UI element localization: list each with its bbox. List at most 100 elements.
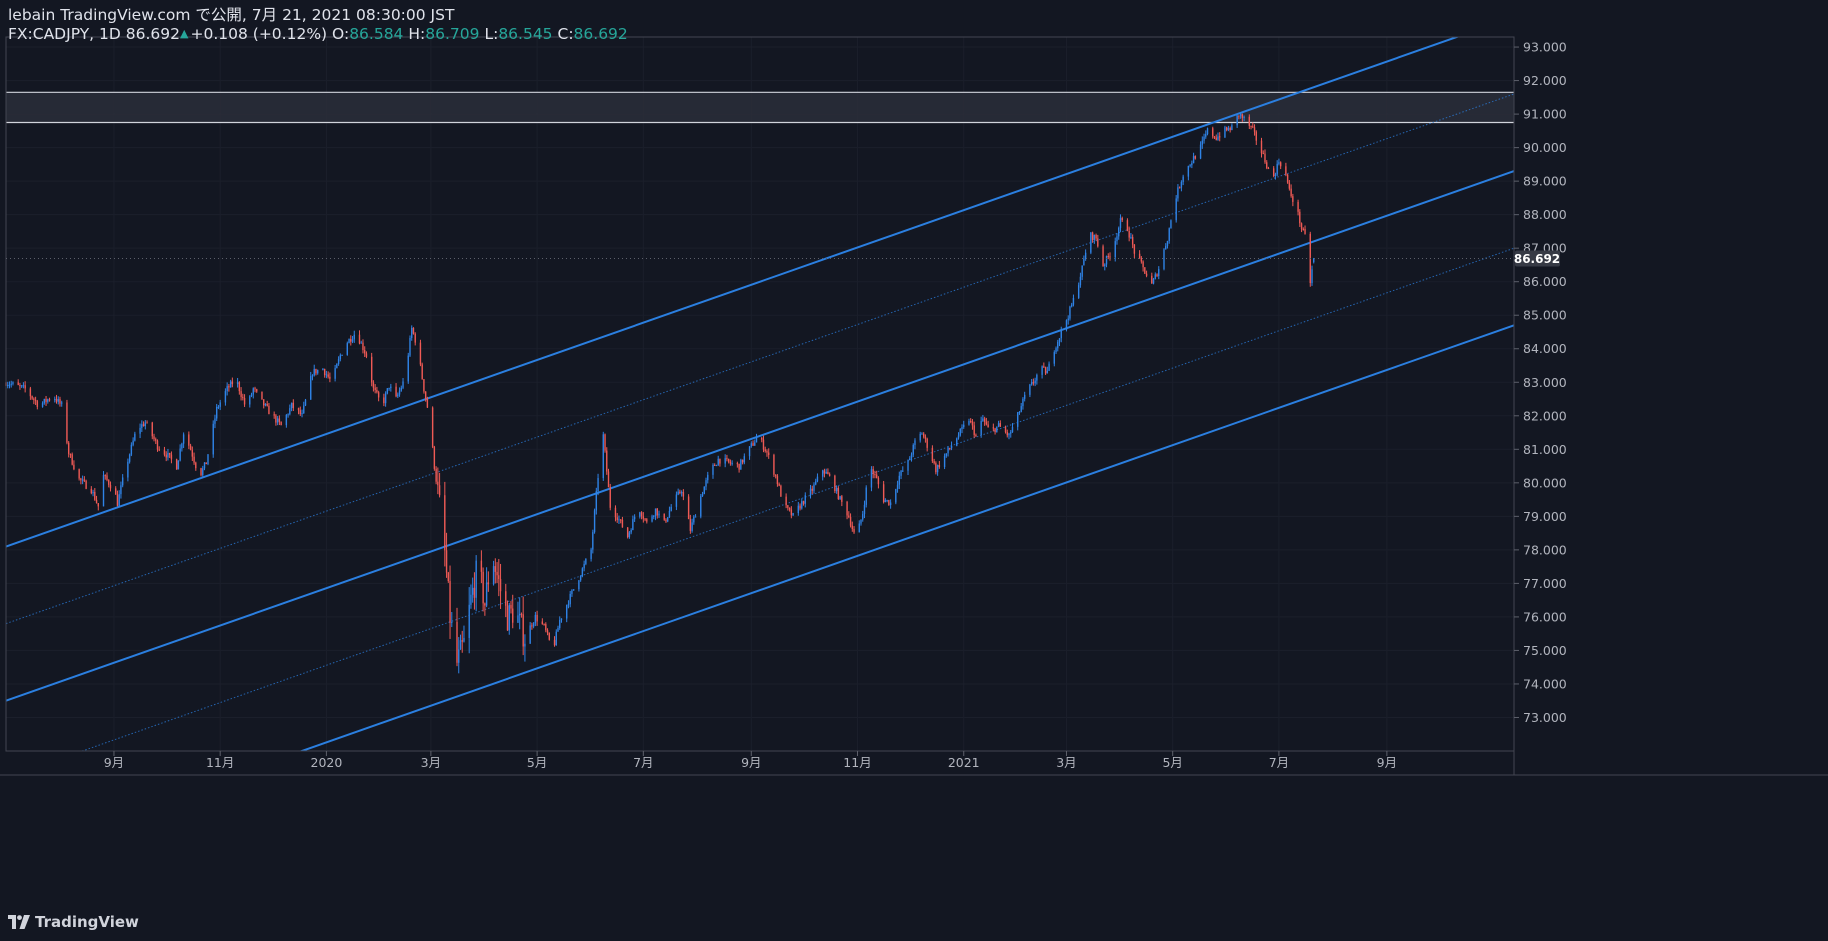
candle-body xyxy=(604,434,606,451)
candle-body xyxy=(1178,187,1181,189)
candle-body xyxy=(118,494,120,506)
candle-body xyxy=(755,437,758,443)
candle-body xyxy=(1093,234,1096,241)
candle-body xyxy=(510,604,512,609)
candle-body xyxy=(665,519,667,522)
candle-body xyxy=(362,342,364,351)
candle-body xyxy=(1022,398,1024,407)
candle-body xyxy=(987,424,989,428)
tradingview-logo[interactable]: TradingView xyxy=(8,913,139,931)
candle-body xyxy=(727,458,730,462)
candle-body xyxy=(827,471,829,475)
candle-body xyxy=(1077,285,1080,298)
candle-body xyxy=(1131,237,1134,245)
candle-body xyxy=(459,640,462,650)
candle-body xyxy=(931,447,934,462)
time-tick-label: 9月 xyxy=(104,755,124,770)
candle-body xyxy=(445,550,448,573)
chart-header: lebain TradingView.com で公開, 7月 21, 2021 … xyxy=(8,6,628,44)
price-tick-label: 79.000 xyxy=(1523,509,1567,524)
candle-body xyxy=(1229,128,1231,131)
candle-body xyxy=(741,459,744,463)
candle-body xyxy=(1163,249,1165,270)
candle-body xyxy=(66,402,68,443)
candle-body xyxy=(997,423,1000,427)
candle-body xyxy=(926,438,928,448)
candle-body xyxy=(680,492,683,494)
candle-body xyxy=(236,382,239,385)
candle-body xyxy=(752,443,754,446)
candle-body xyxy=(1154,274,1156,279)
candle-body xyxy=(663,513,665,520)
candle-body xyxy=(1114,241,1116,258)
candle-body xyxy=(1236,115,1238,126)
candle-body xyxy=(1060,329,1062,339)
candle-body xyxy=(226,386,228,392)
candle-body xyxy=(200,468,202,476)
candle-body xyxy=(719,458,721,464)
candle-body xyxy=(872,469,874,475)
price-tick-label: 78.000 xyxy=(1523,542,1567,557)
candle-body xyxy=(886,500,888,502)
candle-body xyxy=(682,492,685,497)
candle-body xyxy=(153,436,155,440)
last-price: 86.692 xyxy=(125,25,181,43)
price-chart[interactable]: 73.000 74.000 75.000 76.000 77.000 78.000 79.0… xyxy=(0,0,1828,941)
candle-body xyxy=(668,510,671,518)
candle-body xyxy=(555,631,557,646)
candle-body xyxy=(421,364,423,380)
candle-body xyxy=(938,465,941,468)
candle-body xyxy=(407,355,409,382)
candle-body xyxy=(865,487,867,505)
candle-body xyxy=(475,560,477,598)
candle-body xyxy=(1187,165,1190,177)
candle-body xyxy=(484,603,486,606)
candle-body xyxy=(214,418,216,424)
candle-body xyxy=(1020,406,1022,412)
candle-body xyxy=(863,504,866,515)
candle-body xyxy=(921,433,923,435)
candle-body xyxy=(639,512,641,517)
candle-body xyxy=(536,614,538,622)
high-value: 86.709 xyxy=(425,25,480,43)
candle-body xyxy=(835,487,838,492)
candle-body xyxy=(1156,274,1158,276)
candle-body xyxy=(447,572,450,582)
candle-body xyxy=(316,370,319,374)
candle-body xyxy=(102,475,105,507)
candle-body xyxy=(1010,432,1012,434)
candle-body xyxy=(970,420,972,422)
candle-body xyxy=(177,460,180,470)
candle-body xyxy=(701,494,704,497)
candle-body xyxy=(762,439,765,450)
candle-body xyxy=(566,605,568,619)
candle-body xyxy=(1255,131,1257,141)
candle-body xyxy=(83,479,86,481)
candle-body xyxy=(1029,384,1031,395)
candle-body xyxy=(1168,228,1170,241)
candle-body xyxy=(1107,256,1109,258)
candle-body xyxy=(667,517,669,522)
candle-body xyxy=(1299,211,1301,224)
candle-body xyxy=(828,474,831,476)
candle-body xyxy=(653,515,655,517)
candle-body xyxy=(531,625,533,627)
candle-body xyxy=(121,477,124,486)
candle-body xyxy=(20,385,23,387)
time-tick-label: 7月 xyxy=(1269,755,1289,770)
candle-body xyxy=(151,422,153,437)
candle-body xyxy=(801,501,803,509)
candle-body xyxy=(95,499,98,504)
high-label: H: xyxy=(408,25,426,43)
candle-body xyxy=(712,464,714,475)
candle-body xyxy=(506,605,509,631)
candle-body xyxy=(628,532,631,538)
candle-body xyxy=(471,587,474,595)
price-tick-label: 82.000 xyxy=(1523,408,1567,423)
candle-body xyxy=(231,381,234,385)
candle-body xyxy=(431,407,434,447)
candle-body xyxy=(1116,236,1118,242)
up-arrow-icon: ▲ xyxy=(180,27,189,40)
candle-body xyxy=(216,406,218,419)
candle-body xyxy=(813,484,815,491)
